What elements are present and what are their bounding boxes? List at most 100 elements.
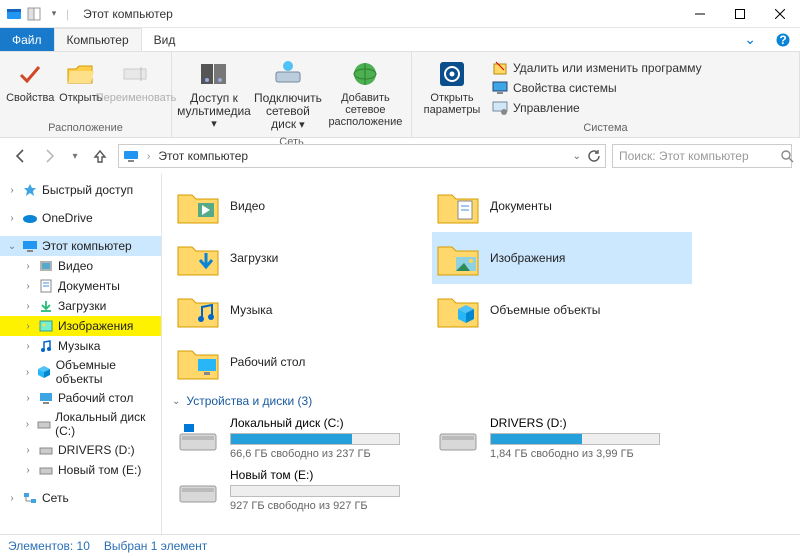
folder-icon bbox=[176, 341, 220, 383]
drive-tile[interactable]: Локальный диск (C:)66,6 ГБ свободно из 2… bbox=[172, 412, 432, 464]
folder-documents[interactable]: Документы bbox=[432, 180, 692, 232]
minimize-button[interactable] bbox=[680, 0, 720, 28]
folder-icon bbox=[176, 289, 220, 331]
search-input[interactable] bbox=[619, 149, 774, 163]
folder-desktop[interactable]: Рабочий стол bbox=[172, 336, 432, 388]
up-button[interactable] bbox=[88, 144, 112, 168]
drive-free-text: 66,6 ГБ свободно из 237 ГБ bbox=[230, 448, 428, 460]
folder-label: Изображения bbox=[490, 251, 565, 265]
uninstall-icon bbox=[492, 60, 508, 76]
drive-name: Новый том (E:) bbox=[230, 468, 428, 482]
drive-usage-bar bbox=[230, 485, 400, 497]
tree-drivers-d[interactable]: ›DRIVERS (D:) bbox=[0, 440, 161, 460]
qat-dropdown-icon[interactable]: ▾ bbox=[46, 6, 62, 22]
folder-icon bbox=[176, 237, 220, 279]
tab-file[interactable]: Файл bbox=[0, 28, 54, 51]
tree-onedrive[interactable]: ›OneDrive bbox=[0, 208, 161, 228]
uninstall-button[interactable]: Удалить или изменить программу bbox=[488, 58, 706, 78]
system-properties-button[interactable]: Свойства системы bbox=[488, 78, 706, 98]
media-access-button[interactable]: Доступ к мультимедиа ▾ bbox=[178, 56, 250, 132]
desktop-icon bbox=[38, 390, 54, 406]
content-area[interactable]: Видео Документы Загрузки Изображения Музыка О… bbox=[162, 174, 800, 534]
group-location-label: Расположение bbox=[0, 120, 171, 137]
map-drive-button[interactable]: Подключить сетевой диск ▾ bbox=[252, 56, 324, 134]
search-icon[interactable] bbox=[780, 149, 794, 163]
pc-icon bbox=[22, 238, 38, 254]
ribbon-collapse-button[interactable]: ⌄ bbox=[734, 28, 766, 51]
cube-icon bbox=[37, 364, 52, 380]
search-box[interactable] bbox=[612, 144, 792, 168]
add-network-location-button[interactable]: Добавить сетевое расположение bbox=[326, 56, 405, 130]
rename-icon bbox=[120, 58, 152, 90]
folder-label: Загрузки bbox=[230, 251, 278, 265]
open-settings-button[interactable]: Открыть параметры bbox=[418, 56, 486, 118]
drive-usage-bar bbox=[490, 433, 660, 445]
qat-item[interactable] bbox=[26, 6, 42, 22]
folder-label: Объемные объекты bbox=[490, 303, 600, 317]
network-drive-icon bbox=[272, 58, 304, 90]
download-icon bbox=[38, 298, 54, 314]
folder-objects3d[interactable]: Объемные объекты bbox=[432, 284, 692, 336]
tree-quick-access[interactable]: ›Быстрый доступ bbox=[0, 180, 161, 200]
window-title: Этот компьютер bbox=[75, 7, 680, 21]
tree-this-pc[interactable]: ⌄Этот компьютер bbox=[0, 236, 161, 256]
tree-newvol-e[interactable]: ›Новый том (E:) bbox=[0, 460, 161, 480]
folder-pictures[interactable]: Изображения bbox=[432, 232, 692, 284]
dropdown-icon[interactable]: ⌄ bbox=[573, 151, 581, 162]
status-selected: Выбран 1 элемент bbox=[104, 539, 207, 553]
forward-button[interactable] bbox=[38, 144, 62, 168]
refresh-button[interactable] bbox=[587, 149, 601, 163]
app-icon bbox=[6, 6, 22, 22]
properties-button[interactable]: Свойства bbox=[6, 56, 55, 106]
tree-documents[interactable]: ›Документы bbox=[0, 276, 161, 296]
address-row: ▾ › Этот компьютер ⌄ bbox=[0, 138, 800, 174]
group-system-label: Система bbox=[412, 120, 799, 137]
nav-tree[interactable]: ›Быстрый доступ ›OneDrive ⌄Этот компьюте… bbox=[0, 174, 162, 534]
tree-pictures[interactable]: ›Изображения bbox=[0, 316, 161, 336]
folder-icon bbox=[436, 185, 480, 227]
folder-icon bbox=[436, 289, 480, 331]
drives-header[interactable]: ⌄ Устройства и диски (3) bbox=[172, 394, 790, 408]
manage-button[interactable]: Управление bbox=[488, 98, 706, 118]
address-bar[interactable]: › Этот компьютер ⌄ bbox=[118, 144, 606, 168]
cloud-icon bbox=[22, 210, 38, 226]
help-button[interactable]: ? bbox=[766, 28, 800, 51]
tree-desktop[interactable]: ›Рабочий стол bbox=[0, 388, 161, 408]
drive-usage-bar bbox=[230, 433, 400, 445]
close-button[interactable] bbox=[760, 0, 800, 28]
back-button[interactable] bbox=[8, 144, 32, 168]
tree-downloads[interactable]: ›Загрузки bbox=[0, 296, 161, 316]
rename-button[interactable]: Переименовать bbox=[107, 56, 165, 106]
tree-music[interactable]: ›Музыка bbox=[0, 336, 161, 356]
breadcrumb[interactable]: Этот компьютер bbox=[158, 149, 248, 163]
folder-music[interactable]: Музыка bbox=[172, 284, 432, 336]
drive-name: DRIVERS (D:) bbox=[490, 416, 688, 430]
tree-network[interactable]: ›Сеть bbox=[0, 488, 161, 508]
checkmark-icon bbox=[14, 58, 46, 90]
media-icon bbox=[198, 58, 230, 90]
tree-videos[interactable]: ›Видео bbox=[0, 256, 161, 276]
tab-computer[interactable]: Компьютер bbox=[54, 28, 142, 51]
maximize-button[interactable] bbox=[720, 0, 760, 28]
this-pc-icon bbox=[123, 148, 139, 164]
tree-3dobjects[interactable]: ›Объемные объекты bbox=[0, 356, 161, 388]
ribbon-tabs: Файл Компьютер Вид ⌄ ? bbox=[0, 28, 800, 52]
status-count: Элементов: 10 bbox=[8, 539, 90, 553]
drive-tile[interactable]: DRIVERS (D:)1,84 ГБ свободно из 3,99 ГБ bbox=[432, 412, 692, 464]
music-icon bbox=[38, 338, 54, 354]
drive-icon bbox=[436, 416, 480, 458]
drive-tile[interactable]: Новый том (E:)927 ГБ свободно из 927 ГБ bbox=[172, 464, 432, 516]
drive-icon bbox=[38, 442, 54, 458]
tree-local-c[interactable]: ›Локальный диск (C:) bbox=[0, 408, 161, 440]
folder-label: Рабочий стол bbox=[230, 355, 305, 369]
ribbon: Свойства Открыть Переименовать Расположе… bbox=[0, 52, 800, 138]
folder-videos[interactable]: Видео bbox=[172, 180, 432, 232]
folder-label: Видео bbox=[230, 199, 265, 213]
monitor-icon bbox=[492, 80, 508, 96]
folder-open-icon bbox=[65, 58, 97, 90]
tab-view[interactable]: Вид bbox=[142, 28, 188, 51]
folder-downloads[interactable]: Загрузки bbox=[172, 232, 432, 284]
drive-icon bbox=[176, 468, 220, 510]
recent-dropdown[interactable]: ▾ bbox=[68, 144, 82, 168]
folder-icon bbox=[436, 237, 480, 279]
